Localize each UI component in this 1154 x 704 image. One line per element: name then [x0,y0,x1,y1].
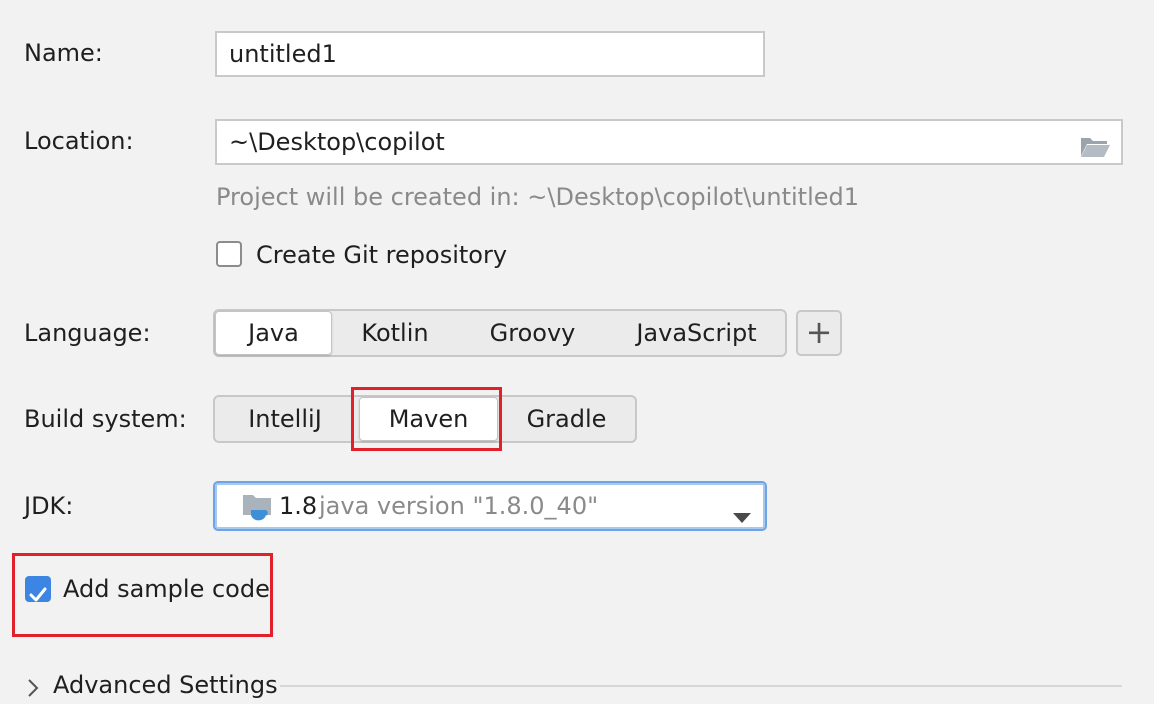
location-field[interactable]: ~\Desktop\copilot [215,119,1123,165]
name-label: Name: [24,39,103,67]
chevron-down-icon[interactable] [733,501,751,523]
git-checkbox[interactable] [216,241,242,267]
language-option-groovy[interactable]: Groovy [465,311,600,355]
language-segmented-control: Java Kotlin Groovy JavaScript [213,309,787,357]
jdk-version: 1.8 [279,492,318,520]
language-option-java[interactable]: Java [215,311,332,355]
maven-highlight-box [351,387,502,451]
language-label: Language: [24,319,151,347]
jdk-dropdown[interactable]: 1.8 java version "1.8.0_40" [213,481,767,531]
build-system-label: Build system: [24,405,187,433]
jdk-detail: java version "1.8.0_40" [319,492,599,520]
folder-open-icon[interactable] [1079,130,1111,157]
name-field[interactable]: untitled1 [215,31,765,77]
build-option-gradle[interactable]: Gradle [498,397,635,441]
advanced-settings-divider [280,685,1122,687]
location-label: Location: [24,127,134,155]
jdk-label: JDK: [24,492,74,520]
advanced-settings-toggle[interactable]: Advanced Settings [53,670,278,700]
language-option-kotlin[interactable]: Kotlin [332,311,458,355]
add-language-button[interactable]: + [796,310,842,356]
jdk-folder-icon [241,493,275,523]
build-option-intellij[interactable]: IntelliJ [215,397,355,441]
language-option-javascript[interactable]: JavaScript [618,311,775,355]
location-value: ~\Desktop\copilot [229,128,445,156]
sample-code-highlight-box [12,553,273,637]
git-checkbox-label[interactable]: Create Git repository [256,240,507,270]
location-hint: Project will be created in: ~\Desktop\co… [216,183,860,211]
chevron-right-icon[interactable] [27,676,39,697]
